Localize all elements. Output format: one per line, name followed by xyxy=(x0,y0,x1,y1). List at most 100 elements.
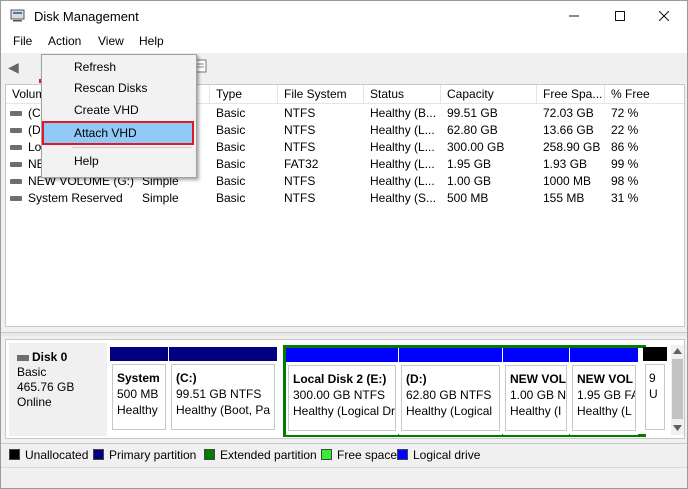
col-status[interactable]: Status xyxy=(364,85,441,104)
partition-status: Healthy (Logical Dr xyxy=(293,404,396,418)
volume-icon xyxy=(10,111,22,116)
col-type[interactable]: Type xyxy=(210,85,278,104)
back-arrow-icon[interactable]: ◀ xyxy=(8,59,19,76)
title-bar: Disk Management xyxy=(1,1,687,31)
volume-icon xyxy=(10,128,22,133)
volume-pct-free: 22 % xyxy=(611,123,639,137)
table-row[interactable]: System Reserved Simple Basic NTFS Health… xyxy=(6,190,684,207)
close-icon xyxy=(659,11,669,21)
legend-unallocated: Unallocated xyxy=(9,449,88,461)
menu-view[interactable]: View xyxy=(98,34,124,48)
menu-help[interactable]: Help xyxy=(139,34,164,48)
menu-bar: File Action View Help xyxy=(1,31,687,83)
partition-size: 300.00 GB NTFS xyxy=(293,388,386,402)
volume-type: Basic xyxy=(216,140,246,154)
legend-label: Extended partition xyxy=(220,448,317,462)
col-capacity[interactable]: Capacity xyxy=(441,85,537,104)
vertical-scrollbar[interactable] xyxy=(671,345,684,435)
volume-capacity: 300.00 GB xyxy=(447,140,505,154)
legend-extended: Extended partition xyxy=(204,449,317,461)
legend-primary: Primary partition xyxy=(93,449,196,461)
volume-name: System Reserved xyxy=(28,191,123,205)
disk-management-icon xyxy=(10,9,25,22)
menu-item-refresh[interactable]: Refresh xyxy=(44,57,194,78)
partition-status: U xyxy=(649,387,658,401)
legend-label: Unallocated xyxy=(25,448,89,462)
col-percent-free[interactable]: % Free xyxy=(605,85,684,104)
volume-capacity: 99.51 GB xyxy=(447,106,498,120)
volume-type: Basic xyxy=(216,174,246,188)
partition-unallocated[interactable]: 9U xyxy=(643,347,667,434)
partition-status: Healthy (L xyxy=(577,404,632,418)
volume-status: Healthy (L... xyxy=(370,123,435,137)
partition-status: Healthy xyxy=(117,403,158,417)
col-free-space[interactable]: Free Spa... xyxy=(537,85,605,104)
menu-item-attach-vhd[interactable]: Attach VHD xyxy=(42,121,194,145)
volume-free: 258.90 GB xyxy=(543,140,601,154)
volume-free: 1000 MB xyxy=(543,174,592,188)
scroll-up-icon[interactable] xyxy=(673,348,682,354)
disk-graphical-view: Disk 0 Basic 465.76 GB Online System 500 … xyxy=(5,339,685,439)
scroll-down-icon[interactable] xyxy=(673,425,682,431)
volume-free: 13.66 GB xyxy=(543,123,594,137)
action-dropdown-menu: Refresh Rescan Disks Create VHD Attach V… xyxy=(41,54,197,178)
volume-pct-free: 99 % xyxy=(611,157,639,171)
col-file-system[interactable]: File System xyxy=(278,85,364,104)
menu-file[interactable]: File xyxy=(13,34,32,48)
disk-0-label[interactable]: Disk 0 Basic 465.76 GB Online xyxy=(9,343,107,436)
pane-splitter[interactable] xyxy=(1,332,687,336)
menu-item-help[interactable]: Help xyxy=(44,151,194,172)
disk-state: Online xyxy=(17,395,52,409)
scrollbar-thumb[interactable] xyxy=(672,359,683,419)
maximize-button[interactable] xyxy=(597,1,643,31)
minimize-icon xyxy=(569,15,579,17)
volume-free: 72.03 GB xyxy=(543,106,594,120)
partition-status: Healthy (I xyxy=(510,404,562,418)
partition-f[interactable]: NEW VOL 1.95 GB FA Healthy (L xyxy=(570,348,638,435)
menu-action[interactable]: Action xyxy=(48,34,81,48)
partition-g[interactable]: NEW VOL 1.00 GB N Healthy (I xyxy=(503,348,569,435)
legend-logical: Logical drive xyxy=(397,449,480,461)
menu-item-create-vhd[interactable]: Create VHD xyxy=(44,100,194,121)
volume-fs: NTFS xyxy=(284,174,316,188)
partition-name: Local Disk 2 (E:) xyxy=(293,372,387,386)
volume-status: Healthy (L... xyxy=(370,157,435,171)
legend-free-space: Free space xyxy=(321,449,397,461)
volume-icon xyxy=(10,179,22,184)
volume-capacity: 62.80 GB xyxy=(447,123,498,137)
disk-name: Disk 0 xyxy=(32,350,68,364)
volume-pct-free: 98 % xyxy=(611,174,639,188)
partition-size: 1.95 GB FA xyxy=(577,388,636,402)
volume-fs: NTFS xyxy=(284,123,316,137)
volume-status: Healthy (L... xyxy=(370,140,435,154)
volume-type: Basic xyxy=(216,157,246,171)
partition-size: 99.51 GB NTFS xyxy=(176,387,262,401)
legend-label: Primary partition xyxy=(109,448,197,462)
volume-status: Healthy (S... xyxy=(370,191,437,205)
minimize-button[interactable] xyxy=(551,1,597,31)
partition-d[interactable]: (D:) 62.80 GB NTFS Healthy (Logical xyxy=(399,348,502,435)
volume-status: Healthy (B... xyxy=(370,106,437,120)
maximize-icon xyxy=(615,11,625,21)
volume-pct-free: 31 % xyxy=(611,191,639,205)
partition-status: Healthy (Boot, Pa xyxy=(176,403,271,417)
volume-layout: Simple xyxy=(142,191,179,205)
volume-capacity: 1.95 GB xyxy=(447,157,492,171)
volume-icon xyxy=(10,145,22,150)
volume-free: 155 MB xyxy=(543,191,585,205)
partition-e[interactable]: Local Disk 2 (E:) 300.00 GB NTFS Healthy (… xyxy=(286,348,398,435)
status-bar xyxy=(1,467,687,488)
volume-icon xyxy=(10,162,22,167)
volume-capacity: 1.00 GB xyxy=(447,174,492,188)
partition-system-reserved[interactable]: System 500 MB Healthy xyxy=(110,347,168,434)
disk-icon xyxy=(17,354,29,361)
legend-label: Free space xyxy=(337,448,398,462)
partition-status: Healthy (Logical xyxy=(406,404,493,418)
disk-management-window: Disk Management File Action View Help ◀ … xyxy=(0,0,688,489)
volume-fs: NTFS xyxy=(284,191,316,205)
volume-fs: NTFS xyxy=(284,106,316,120)
close-button[interactable] xyxy=(641,1,687,31)
menu-separator xyxy=(72,147,192,148)
partition-c[interactable]: (C:) 99.51 GB NTFS Healthy (Boot, Pa xyxy=(169,347,277,434)
menu-item-rescan-disks[interactable]: Rescan Disks xyxy=(44,78,194,99)
